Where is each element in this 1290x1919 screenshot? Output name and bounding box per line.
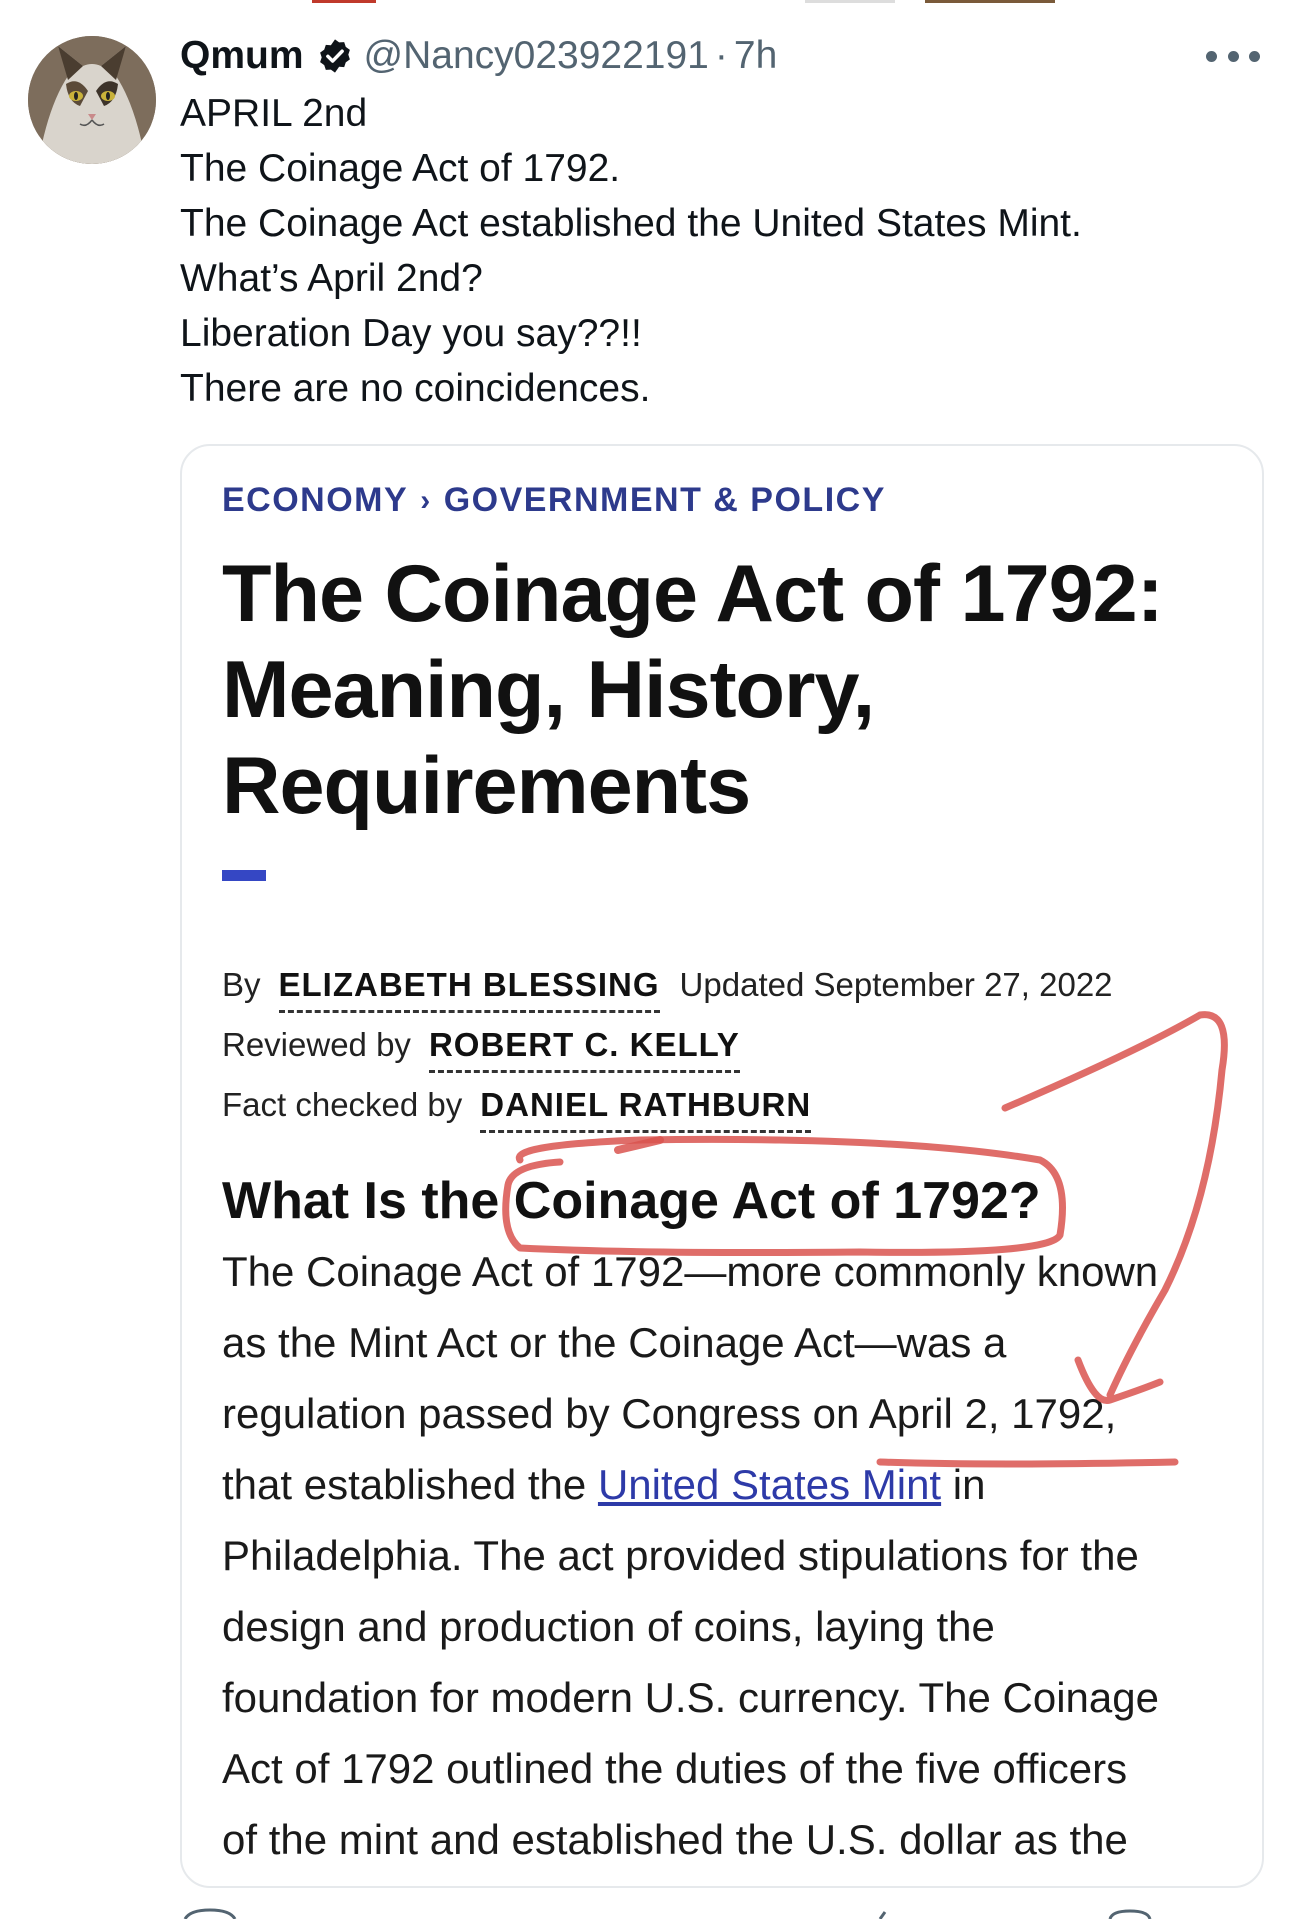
body-line: that established the United States Mint … — [222, 1449, 1159, 1520]
factcheck-label: Fact checked by — [222, 1086, 463, 1123]
byline: By ELIZABETH BLESSING Updated September … — [222, 966, 1113, 1013]
article-screenshot-card[interactable]: ECONOMY › GOVERNMENT & POLICY The Coinag… — [180, 444, 1264, 1888]
post-line: The Coinage Act established the United S… — [180, 202, 1082, 245]
body-text-span: that established the — [222, 1461, 598, 1508]
title-line: The Coinage Act of 1792: — [222, 549, 1164, 639]
chevron-right-icon: › — [420, 483, 432, 517]
post-timestamp[interactable]: 7h — [734, 34, 777, 78]
by-label: By — [222, 966, 261, 1003]
post-line: There are no coincidences. — [180, 367, 651, 410]
breadcrumb-economy[interactable]: ECONOMY — [222, 481, 408, 520]
body-line: as the Mint Act or the Coinage Act—was a — [222, 1319, 1007, 1366]
post-line: APRIL 2nd — [180, 92, 368, 135]
body-line: Act of 1792 outlined the duties of the f… — [222, 1745, 1128, 1792]
body-line: foundation for modern U.S. currency. The… — [222, 1674, 1159, 1721]
section-heading-highlighted: Coinage Act of 1792? — [513, 1172, 1041, 1230]
body-text-span: in — [941, 1461, 986, 1508]
top-edge-fragments — [0, 0, 1290, 8]
section-heading-part: What Is the — [222, 1172, 514, 1230]
more-options-icon[interactable] — [1206, 40, 1260, 72]
breadcrumb: ECONOMY › GOVERNMENT & POLICY — [222, 481, 886, 520]
action-bar-partial — [183, 1908, 1152, 1919]
body-text-span: regulation passed by Congress on — [222, 1390, 869, 1437]
body-line: regulation passed by Congress on April 2… — [222, 1378, 1159, 1449]
verified-badge-icon — [319, 39, 350, 73]
header-separator: · — [714, 34, 728, 77]
title-accent-bar — [222, 870, 266, 881]
reviewer-link[interactable]: ROBERT C. KELLY — [428, 1026, 740, 1073]
fact-checked-by: Fact checked by DANIEL RATHBURN — [222, 1086, 812, 1133]
post-line: What’s April 2nd? — [180, 257, 483, 300]
post-text: APRIL 2nd The Coinage Act of 1792. The C… — [180, 86, 1082, 416]
body-line: Philadelphia. The act provided stipulati… — [222, 1532, 1139, 1579]
post-line: Liberation Day you say??!! — [180, 312, 642, 355]
author-name[interactable]: Qmum — [180, 34, 304, 78]
united-states-mint-link[interactable]: United States Mint — [598, 1461, 941, 1508]
body-line: design and production of coins, laying t… — [222, 1603, 995, 1650]
updated-date: Updated September 27, 2022 — [679, 966, 1113, 1003]
reviewed-by: Reviewed by ROBERT C. KELLY — [222, 1026, 740, 1073]
title-line: Requirements — [222, 741, 751, 831]
author-link[interactable]: ELIZABETH BLESSING — [278, 966, 660, 1013]
article-body: The Coinage Act of 1792—more commonly kn… — [222, 1236, 1159, 1875]
avatar[interactable] — [28, 36, 156, 164]
body-line: The Coinage Act of 1792—more commonly kn… — [222, 1248, 1159, 1295]
title-line: Meaning, History, — [222, 645, 875, 735]
factchecker-link[interactable]: DANIEL RATHBURN — [480, 1086, 812, 1133]
article-title: The Coinage Act of 1792: Meaning, Histor… — [222, 546, 1164, 834]
date-highlighted: April 2, 1792, — [868, 1390, 1117, 1437]
post-header: Qmum @Nancy023922191 · 7h — [180, 30, 777, 82]
body-line: of the mint and established the U.S. dol… — [222, 1816, 1128, 1863]
reviewed-label: Reviewed by — [222, 1026, 411, 1063]
section-heading: What Is the Coinage Act of 1792? — [222, 1171, 1041, 1231]
breadcrumb-government-policy[interactable]: GOVERNMENT & POLICY — [444, 481, 886, 520]
author-handle[interactable]: @Nancy023922191 — [364, 34, 709, 78]
post-line: The Coinage Act of 1792. — [180, 147, 621, 190]
cat-photo-avatar — [28, 36, 156, 164]
